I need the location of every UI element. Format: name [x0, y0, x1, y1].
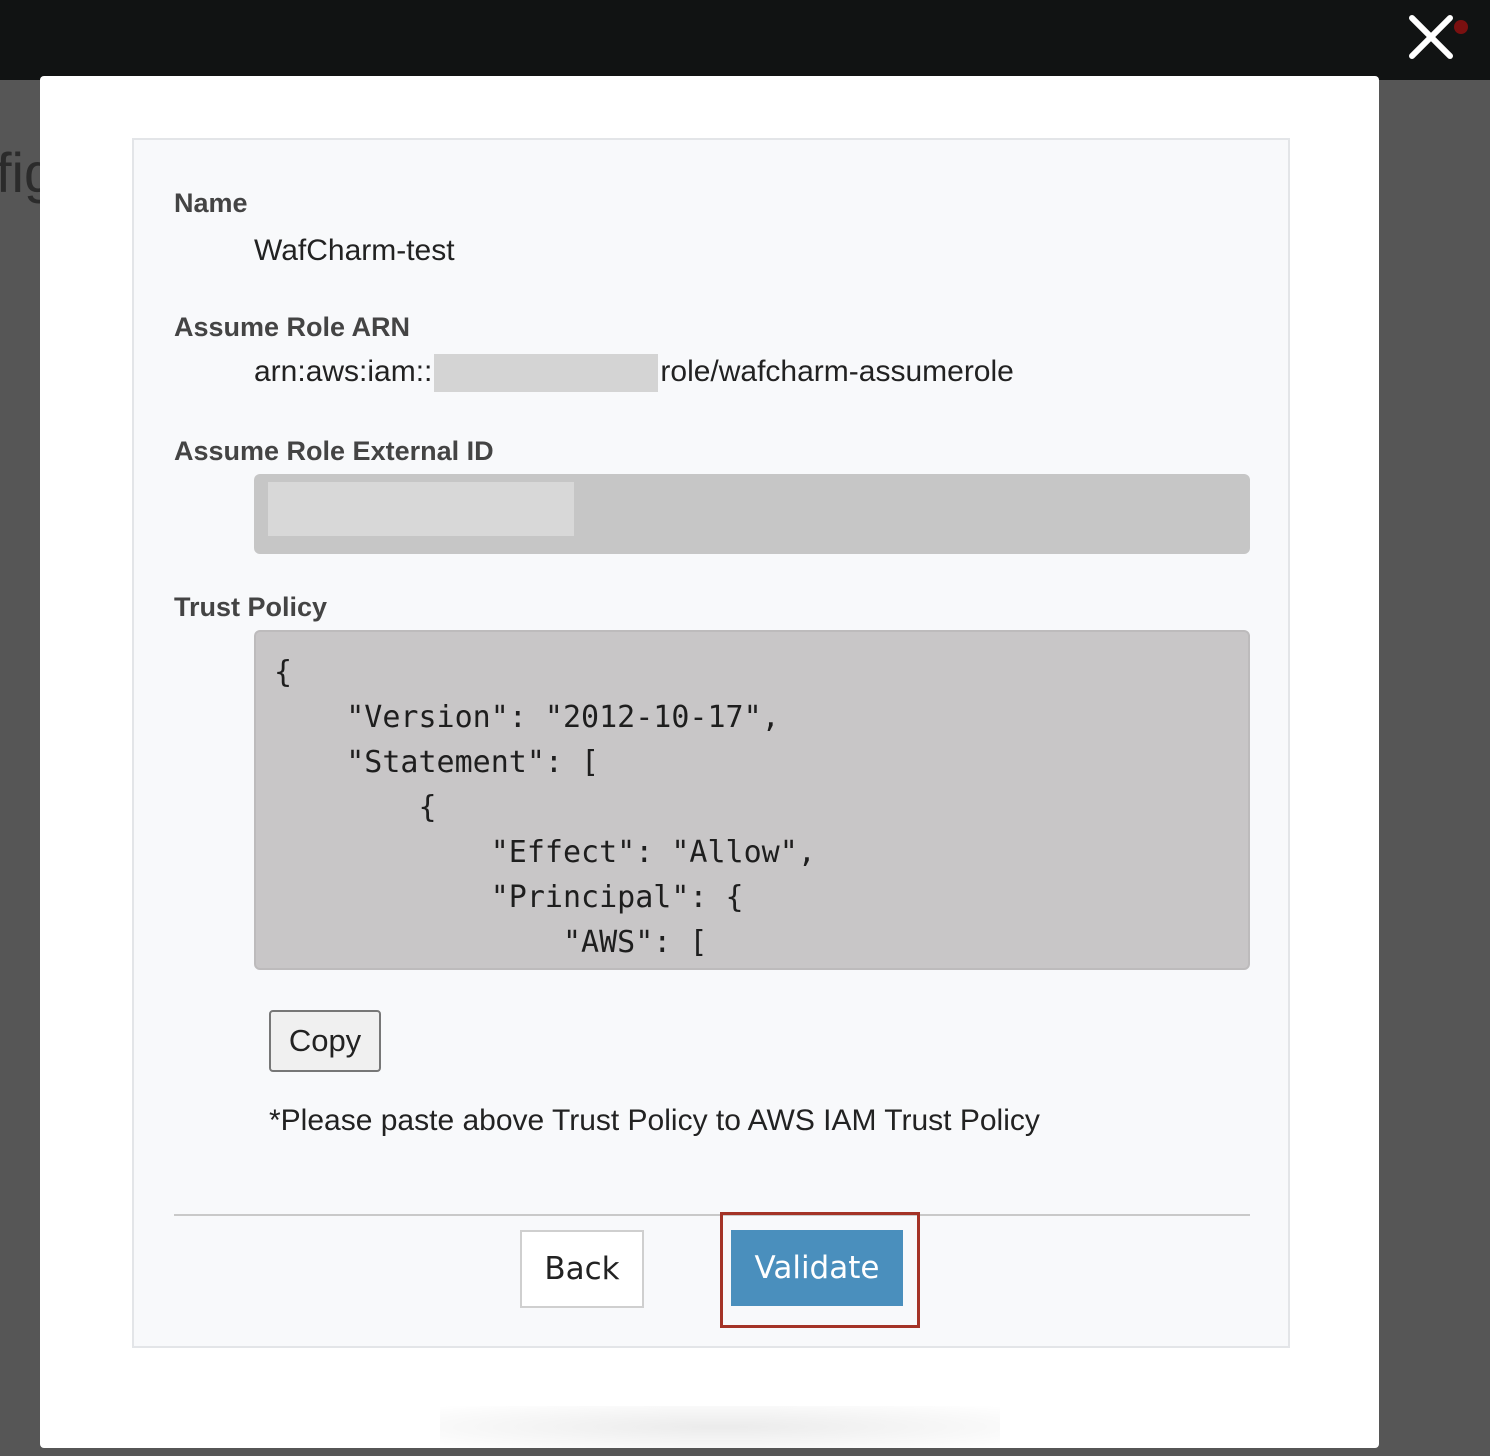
arn-value: arn:aws:iam:: role/wafcharm-assumerole — [254, 354, 1014, 392]
name-value: WafCharm-test — [254, 234, 455, 267]
arn-label: Assume Role ARN — [174, 312, 411, 342]
external-id-label: Assume Role External ID — [174, 436, 494, 466]
trust-policy-label: Trust Policy — [174, 592, 328, 622]
copy-button[interactable]: Copy — [269, 1010, 381, 1072]
trust-policy-text: { "Version": "2012-10-17", "Statement": … — [274, 655, 816, 960]
external-id-field[interactable] — [254, 474, 1250, 554]
redacted-account-id — [434, 354, 659, 392]
trust-policy-note: *Please paste above Trust Policy to AWS … — [269, 1104, 1040, 1137]
top-bar — [0, 0, 1490, 80]
arn-suffix: role/wafcharm-assumerole — [660, 354, 1014, 388]
validate-button[interactable]: Validate — [731, 1230, 903, 1306]
close-icon[interactable] — [1404, 10, 1458, 64]
back-button[interactable]: Back — [520, 1230, 644, 1308]
arn-prefix: arn:aws:iam:: — [254, 354, 433, 388]
role-details-panel: Name WafCharm-test Assume Role ARN arn:a… — [132, 138, 1290, 1348]
name-label: Name — [174, 188, 248, 218]
modal-dialog: Name WafCharm-test Assume Role ARN arn:a… — [40, 76, 1379, 1448]
modal-bottom-shadow — [440, 1406, 1000, 1448]
notification-dot — [1454, 20, 1468, 34]
trust-policy-textarea[interactable]: { "Version": "2012-10-17", "Statement": … — [254, 630, 1250, 970]
redacted-external-id — [268, 482, 574, 536]
footer-divider — [174, 1214, 1250, 1216]
